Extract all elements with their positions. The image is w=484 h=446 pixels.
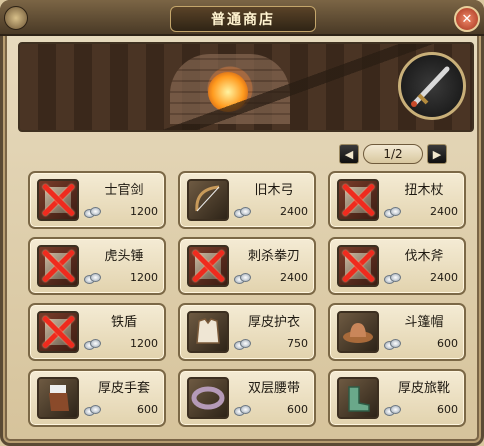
item-slot[interactable]: 虎头锤 1200 bbox=[28, 237, 166, 295]
armor-icon bbox=[187, 311, 229, 353]
shield-icon bbox=[37, 311, 79, 353]
silver-coin-icon bbox=[384, 405, 401, 416]
item-slot[interactable]: 刺杀拳刃 2400 bbox=[178, 237, 316, 295]
forbidden-icon bbox=[339, 247, 377, 285]
shop-banner-image bbox=[18, 42, 474, 132]
item-name: 扭木杖 bbox=[404, 183, 444, 198]
item-slot[interactable]: 伐木斧 2400 bbox=[328, 237, 466, 295]
axe-icon bbox=[337, 245, 379, 287]
item-name: 铁盾 bbox=[110, 315, 137, 330]
silver-coin-icon bbox=[84, 339, 101, 350]
forbidden-icon bbox=[39, 181, 77, 219]
item-price: 600 bbox=[287, 403, 308, 416]
forbidden-icon bbox=[39, 247, 77, 285]
corner-ornament-icon bbox=[4, 6, 28, 30]
item-name: 虎头锤 bbox=[104, 249, 144, 264]
boots-icon bbox=[337, 377, 379, 419]
item-name: 双层腰带 bbox=[247, 381, 300, 396]
item-slot[interactable]: 斗篷帽 600 bbox=[328, 303, 466, 361]
item-name: 厚皮护衣 bbox=[247, 315, 300, 330]
sword-icon bbox=[37, 179, 79, 221]
staff-icon bbox=[337, 179, 379, 221]
item-price: 2400 bbox=[430, 205, 458, 218]
item-price: 1200 bbox=[130, 337, 158, 350]
item-slot[interactable]: 厚皮手套 600 bbox=[28, 369, 166, 427]
hat-icon bbox=[337, 311, 379, 353]
forbidden-icon bbox=[39, 313, 77, 351]
silver-coin-icon bbox=[84, 273, 101, 284]
silver-coin-icon bbox=[84, 405, 101, 416]
window-title: 普通商店 bbox=[170, 6, 316, 32]
item-price: 600 bbox=[437, 337, 458, 350]
item-price: 1200 bbox=[130, 205, 158, 218]
item-price: 2400 bbox=[280, 271, 308, 284]
silver-coin-icon bbox=[234, 207, 251, 218]
title-bar[interactable]: 普通商店 ✕ bbox=[0, 0, 484, 36]
next-page-button[interactable]: ▶ bbox=[427, 144, 447, 164]
item-slot[interactable]: 旧木弓 2400 bbox=[178, 171, 316, 229]
item-price: 600 bbox=[437, 403, 458, 416]
silver-coin-icon bbox=[234, 339, 251, 350]
item-price: 1200 bbox=[130, 271, 158, 284]
item-slot[interactable]: 铁盾 1200 bbox=[28, 303, 166, 361]
weapon-shop-emblem-icon bbox=[398, 52, 466, 120]
item-name: 士官剑 bbox=[104, 183, 144, 198]
item-price: 750 bbox=[287, 337, 308, 350]
silver-coin-icon bbox=[384, 273, 401, 284]
item-name: 斗篷帽 bbox=[404, 315, 444, 330]
item-slot[interactable]: 双层腰带 600 bbox=[178, 369, 316, 427]
hammer-icon bbox=[37, 245, 79, 287]
item-name: 旧木弓 bbox=[254, 183, 294, 198]
item-name: 厚皮旅靴 bbox=[397, 381, 450, 396]
belt-icon bbox=[187, 377, 229, 419]
item-name: 伐木斧 bbox=[404, 249, 444, 264]
item-slot[interactable]: 厚皮旅靴 600 bbox=[328, 369, 466, 427]
forbidden-icon bbox=[339, 181, 377, 219]
item-name: 厚皮手套 bbox=[97, 381, 150, 396]
page-controls: ◀ 1/2 ▶ bbox=[339, 143, 455, 165]
silver-coin-icon bbox=[234, 273, 251, 284]
silver-coin-icon bbox=[84, 207, 101, 218]
item-price: 2400 bbox=[280, 205, 308, 218]
item-price: 2400 bbox=[430, 271, 458, 284]
item-grid: 士官剑 1200 旧木弓 2400 扭木杖 2400 虎头锤 1200 刺杀拳刃… bbox=[28, 171, 466, 427]
silver-coin-icon bbox=[234, 405, 251, 416]
item-slot[interactable]: 厚皮护衣 750 bbox=[178, 303, 316, 361]
silver-coin-icon bbox=[384, 339, 401, 350]
silver-coin-icon bbox=[384, 207, 401, 218]
item-price: 600 bbox=[137, 403, 158, 416]
forbidden-icon bbox=[189, 247, 227, 285]
item-slot[interactable]: 扭木杖 2400 bbox=[328, 171, 466, 229]
page-indicator: 1/2 bbox=[363, 144, 423, 164]
bow-icon bbox=[187, 179, 229, 221]
close-button[interactable]: ✕ bbox=[454, 6, 480, 32]
prev-page-button[interactable]: ◀ bbox=[339, 144, 359, 164]
glove-icon bbox=[37, 377, 79, 419]
item-name: 刺杀拳刃 bbox=[247, 249, 300, 264]
item-slot[interactable]: 士官剑 1200 bbox=[28, 171, 166, 229]
fist-blade-icon bbox=[187, 245, 229, 287]
